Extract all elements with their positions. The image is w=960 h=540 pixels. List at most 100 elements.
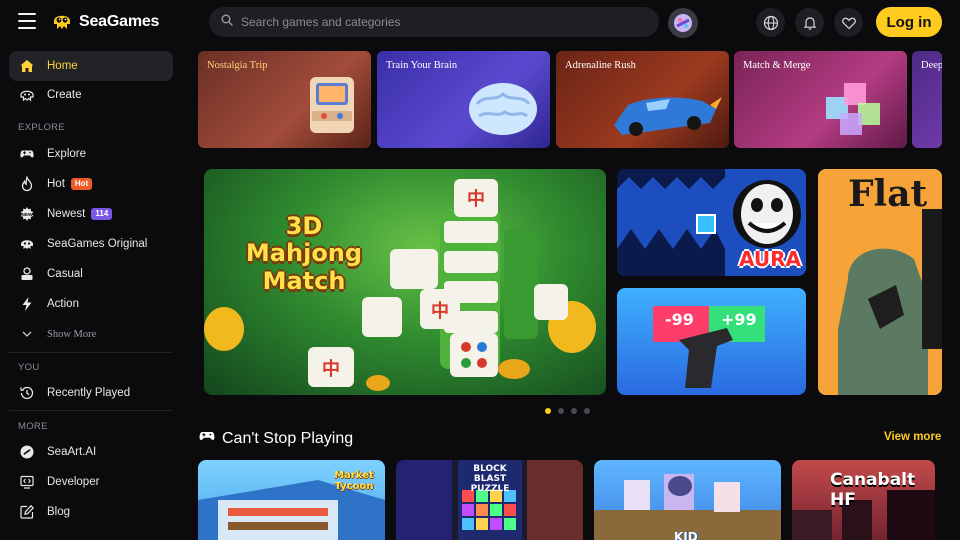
code-icon bbox=[19, 474, 35, 490]
carousel-dot[interactable] bbox=[558, 408, 564, 414]
logo-text: SeaGames bbox=[79, 13, 160, 30]
show-more-label: Show More bbox=[47, 328, 97, 340]
hero-title: 3D Mahjong Match bbox=[234, 213, 374, 295]
sidebar-item-seagames-original[interactable]: SeaGames Original bbox=[9, 229, 173, 259]
sidebar-item-blog[interactable]: Blog bbox=[9, 497, 173, 527]
new-icon: NEW bbox=[19, 206, 35, 222]
top-bar: SeaGames Log in bbox=[0, 0, 960, 44]
section-title-explore: EXPLORE bbox=[18, 122, 65, 133]
game-card-market-tycoon[interactable]: Market Tycoon bbox=[198, 460, 385, 540]
logo[interactable]: SeaGames bbox=[50, 8, 159, 36]
game-card-block-blast-puzzle[interactable]: BLOCK BLAST PUZZLE bbox=[396, 460, 583, 540]
sidebar-item-recently-played[interactable]: Recently Played bbox=[9, 378, 173, 408]
show-more-button[interactable]: Show More bbox=[9, 319, 173, 349]
menu-icon[interactable] bbox=[18, 13, 36, 29]
sidebar-item-newest[interactable]: NEW Newest 114 bbox=[9, 199, 173, 229]
category-card-adrenaline-rush[interactable]: Adrenaline Rush bbox=[556, 51, 729, 148]
kid-game-artwork-icon bbox=[594, 474, 781, 540]
card-title: KID bbox=[674, 530, 698, 540]
sidebar-item-label: SeaGames Original bbox=[47, 238, 148, 250]
carousel-dot[interactable] bbox=[584, 408, 590, 414]
category-label: Adrenaline Rush bbox=[565, 60, 636, 71]
race-car-icon bbox=[614, 97, 722, 136]
sidebar-divider bbox=[9, 352, 173, 353]
language-globe-icon[interactable] bbox=[756, 8, 785, 37]
category-card-nostalgia-trip[interactable]: Nostalgia Trip bbox=[198, 51, 371, 148]
carousel-dot[interactable] bbox=[545, 408, 551, 414]
arcade-cabinet-icon bbox=[310, 77, 354, 133]
game-card-kid[interactable]: KID bbox=[594, 460, 781, 540]
sidebar-item-label: SeaArt.AI bbox=[47, 446, 97, 458]
original-icon bbox=[19, 236, 35, 252]
gate-plus-value: +99 bbox=[721, 310, 757, 329]
hero-title-line: 3D bbox=[285, 212, 323, 240]
section-title-you: YOU bbox=[18, 362, 40, 373]
tile-label-aura: AURA bbox=[739, 247, 801, 271]
edit-icon bbox=[19, 504, 35, 520]
sidebar-item-label: Home bbox=[47, 60, 78, 72]
search-bar[interactable] bbox=[209, 7, 659, 37]
section-title: Can't Stop Playing bbox=[222, 429, 354, 447]
category-label: Deep bbox=[921, 60, 942, 71]
card-title: BLOCK BLAST PUZZLE bbox=[470, 464, 510, 494]
sidebar-item-seaart[interactable]: SeaArt.AI bbox=[9, 437, 173, 467]
category-card-deep[interactable]: Deep bbox=[912, 51, 942, 148]
gamepad-icon bbox=[198, 428, 216, 449]
view-more-link[interactable]: View more bbox=[884, 431, 941, 443]
octopus-logo-icon bbox=[50, 10, 74, 34]
casual-icon bbox=[19, 266, 35, 282]
create-icon bbox=[19, 87, 35, 103]
category-label: Match & Merge bbox=[743, 60, 811, 71]
gun-runner-artwork-icon bbox=[653, 306, 765, 388]
sidebar-item-label: Developer bbox=[47, 476, 100, 488]
category-label: Nostalgia Trip bbox=[207, 60, 268, 71]
notification-bell-icon[interactable] bbox=[795, 8, 824, 37]
carousel-pagination bbox=[545, 408, 590, 414]
svg-text:中: 中 bbox=[467, 188, 485, 210]
game-tile-flat-zombies[interactable]: Flat bbox=[818, 169, 942, 395]
newest-count-badge: 114 bbox=[91, 208, 113, 220]
search-icon bbox=[221, 13, 233, 31]
cubes-icon bbox=[826, 83, 880, 135]
sidebar-item-label: Explore bbox=[47, 148, 86, 160]
game-card-canabalt[interactable]: Canabalt HF bbox=[792, 460, 935, 540]
hero-banner-3d-mahjong-match[interactable]: 中 中 中 3D Mahjong Match bbox=[204, 169, 606, 395]
chevron-down-icon bbox=[19, 326, 35, 342]
gamepad-icon bbox=[19, 146, 35, 162]
category-card-train-your-brain[interactable]: Train Your Brain bbox=[377, 51, 550, 148]
sidebar-item-explore[interactable]: Explore bbox=[9, 139, 173, 169]
svg-text:中: 中 bbox=[322, 358, 340, 380]
svg-text:NEW: NEW bbox=[21, 212, 33, 218]
sidebar: Home Create EXPLORE Explore Hot Hot NEW … bbox=[0, 44, 182, 540]
lightning-icon bbox=[19, 296, 35, 312]
sidebar-item-label: Recently Played bbox=[47, 387, 131, 399]
search-input[interactable] bbox=[241, 15, 641, 29]
login-button[interactable]: Log in bbox=[876, 7, 942, 37]
sidebar-item-developer[interactable]: Developer bbox=[9, 467, 173, 497]
section-title-more: MORE bbox=[18, 421, 48, 432]
category-card-match-merge[interactable]: Match & Merge bbox=[734, 51, 907, 148]
tile-label-flat: Flat bbox=[848, 173, 928, 215]
category-label: Train Your Brain bbox=[386, 60, 458, 71]
favorites-heart-icon[interactable] bbox=[834, 8, 863, 37]
brain-icon bbox=[469, 83, 537, 135]
sidebar-item-create[interactable]: Create bbox=[9, 80, 173, 110]
home-icon bbox=[19, 58, 35, 74]
section-header-cant-stop-playing: Can't Stop Playing bbox=[198, 428, 353, 449]
card-title: Canabalt HF bbox=[830, 470, 916, 510]
history-icon bbox=[19, 385, 35, 401]
sidebar-item-label: Casual bbox=[47, 268, 83, 280]
sidebar-item-hot[interactable]: Hot Hot bbox=[9, 169, 173, 199]
hot-badge: Hot bbox=[70, 178, 93, 190]
ai-search-avatar-icon[interactable] bbox=[668, 8, 698, 38]
svg-text:中: 中 bbox=[431, 300, 449, 322]
hero-title-line: Mahjong bbox=[245, 239, 363, 267]
sidebar-item-casual[interactable]: Casual bbox=[9, 259, 173, 289]
game-tile-gun-runner[interactable]: -99 +99 bbox=[617, 288, 806, 395]
carousel-dot[interactable] bbox=[571, 408, 577, 414]
sidebar-item-action[interactable]: Action bbox=[9, 289, 173, 319]
game-tile-geometry-aura[interactable]: AURA bbox=[617, 169, 806, 276]
sidebar-item-home[interactable]: Home bbox=[9, 51, 173, 81]
sidebar-divider bbox=[9, 410, 173, 411]
hero-title-line: Match bbox=[262, 267, 346, 295]
